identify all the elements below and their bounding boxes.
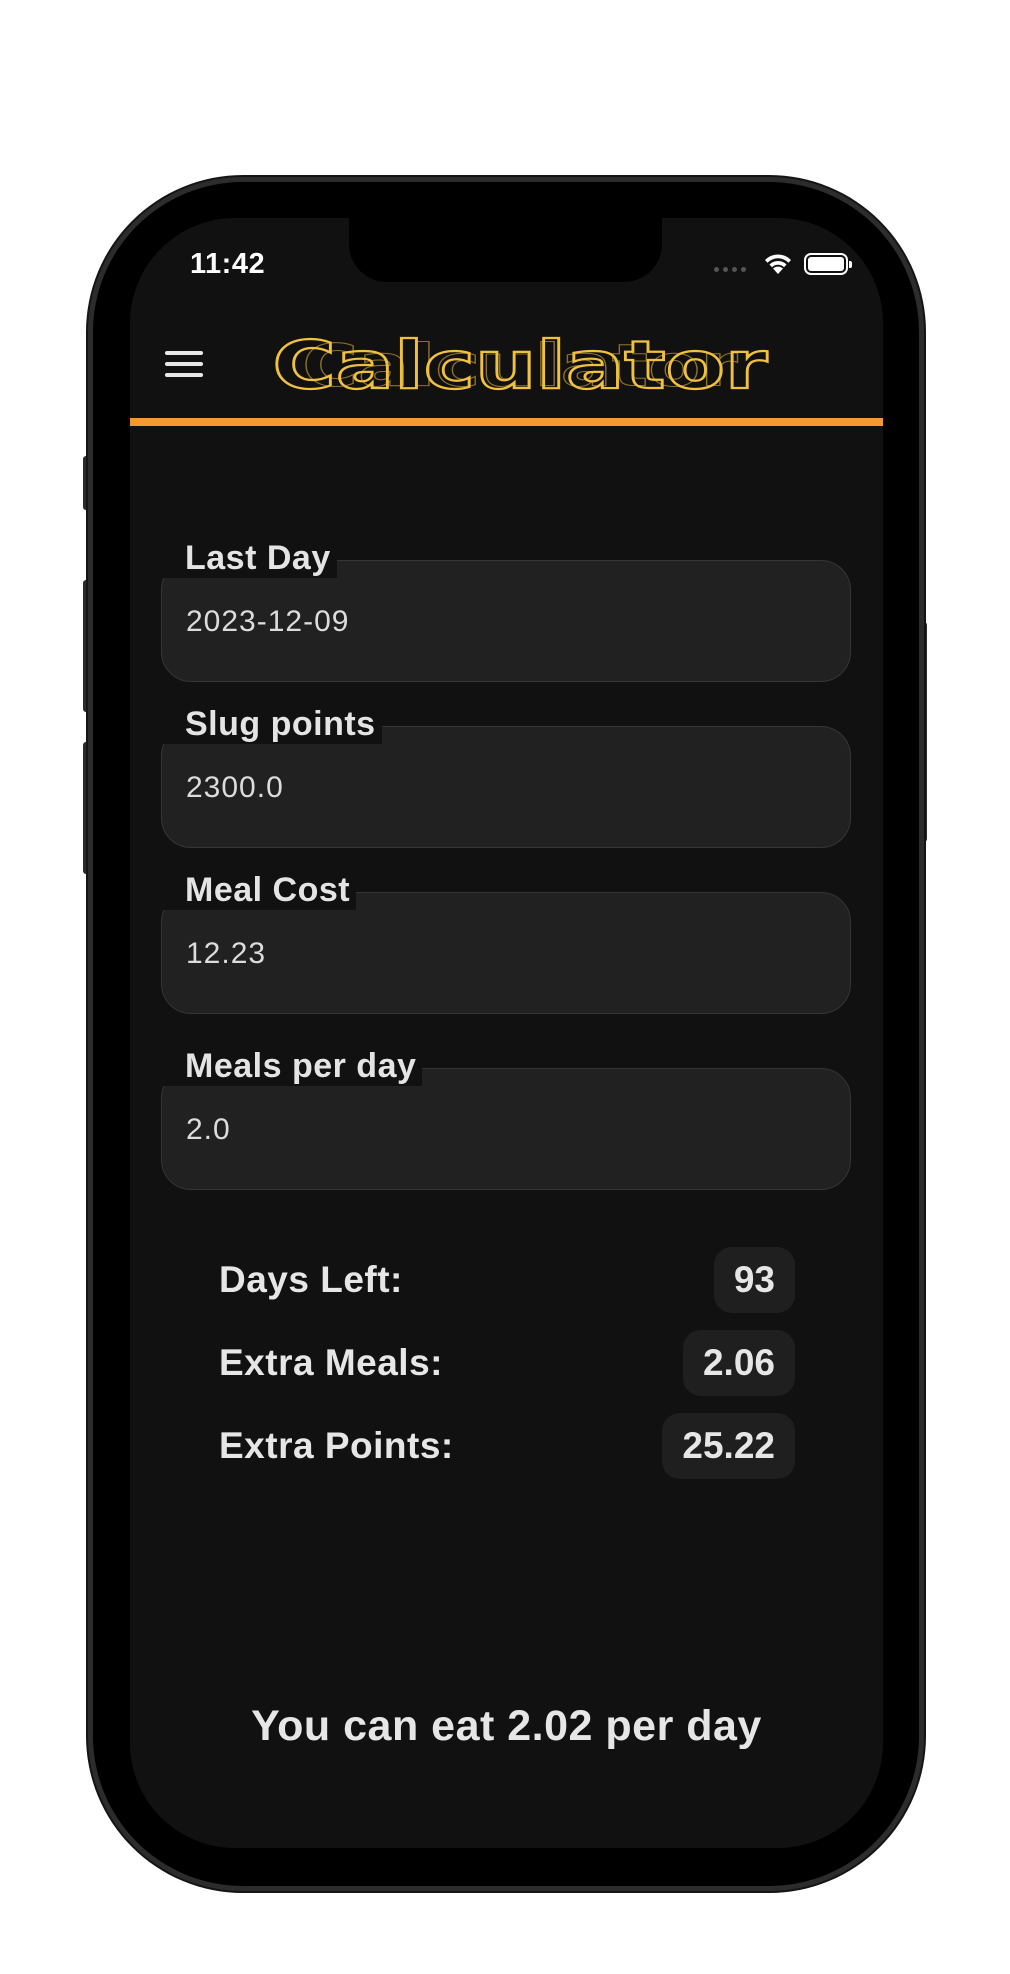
extra-meals-label: Extra Meals: — [219, 1342, 443, 1383]
app-bar-accent-divider — [130, 418, 883, 426]
status-icons — [714, 252, 852, 276]
daily-meals-summary: You can eat 2.02 per day — [251, 1702, 762, 1750]
slug-points-label: Slug points — [161, 704, 382, 744]
extra-meals-value: 2.06 — [682, 1330, 795, 1396]
hamburger-menu-icon[interactable] — [165, 351, 203, 383]
last-day-label: Last Day — [161, 538, 337, 578]
days-left-label: Days Left: — [219, 1259, 403, 1300]
app-title-logo: Calculator Calculator — [271, 329, 769, 399]
extra-points-row: Extra Points: 25.22 — [219, 1413, 795, 1479]
status-time: 11:42 — [190, 248, 266, 280]
meal-cost-value: 12.23 — [186, 937, 267, 970]
app-bar: Calculator Calculator — [130, 323, 883, 426]
meals-per-day-value: 2.0 — [186, 1113, 231, 1146]
cellular-signal-icon — [714, 257, 746, 272]
extra-points-value: 25.22 — [662, 1413, 795, 1479]
battery-icon — [804, 253, 852, 275]
slug-points-value: 2300.0 — [186, 771, 284, 804]
meals-per-day-label: Meals per day — [161, 1046, 423, 1086]
notch — [349, 218, 662, 282]
meal-cost-input[interactable]: 12.23 — [161, 892, 851, 1014]
last-day-value: 2023-12-09 — [186, 605, 350, 638]
mute-switch — [83, 456, 93, 510]
wifi-icon — [765, 254, 791, 274]
meals-per-day-input[interactable]: 2.0 — [161, 1068, 851, 1190]
device-frame: 11:42 Calculator Calculator Last Day 202… — [0, 0, 1010, 1974]
days-left-value: 93 — [713, 1247, 795, 1313]
svg-text:Calculator: Calculator — [302, 331, 738, 399]
last-day-input[interactable]: 2023-12-09 — [161, 560, 851, 682]
meal-cost-label: Meal Cost — [161, 870, 357, 910]
volume-down-button — [83, 742, 93, 874]
slug-points-input[interactable]: 2300.0 — [161, 726, 851, 848]
extra-meals-row: Extra Meals: 2.06 — [219, 1330, 795, 1396]
extra-points-label: Extra Points: — [219, 1425, 454, 1466]
volume-up-button — [83, 580, 93, 712]
status-bar: 11:42 — [130, 218, 883, 298]
app-screen: 11:42 Calculator Calculator Last Day 202… — [130, 218, 883, 1848]
days-left-row: Days Left: 93 — [219, 1247, 795, 1313]
